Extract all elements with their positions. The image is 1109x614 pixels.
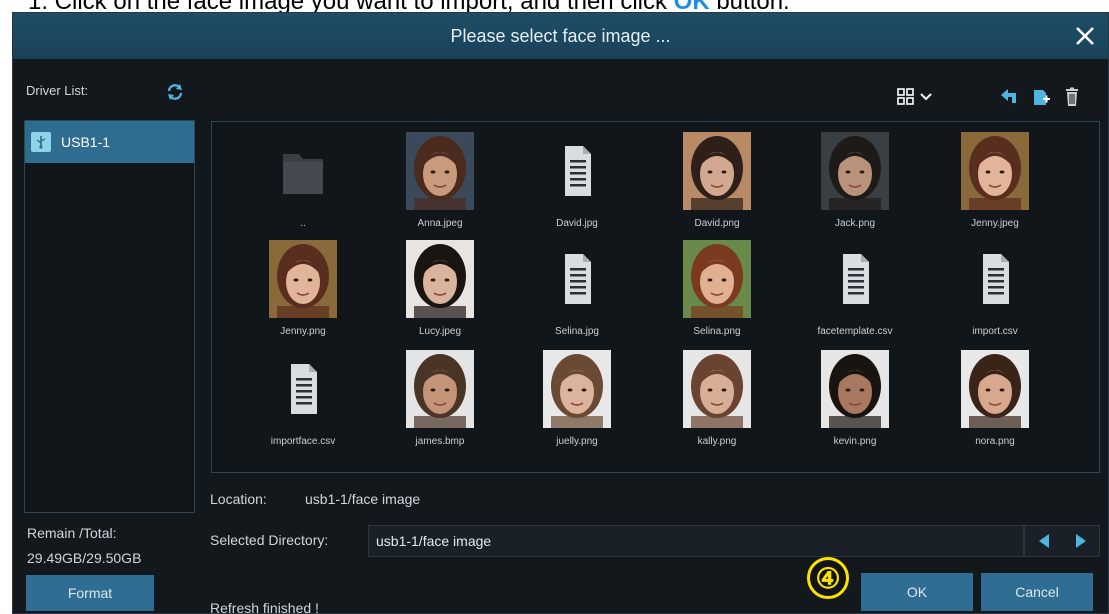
face-thumbnail: [821, 350, 889, 428]
file-item[interactable]: ..: [238, 132, 368, 242]
file-item[interactable]: Selina.jpg: [512, 240, 642, 350]
file-item[interactable]: facetemplate.csv: [790, 240, 920, 350]
refresh-icon: [167, 84, 183, 100]
file-name: Jenny.png: [280, 326, 326, 337]
grid-view-icon: [897, 88, 932, 105]
file-name: Jack.png: [834, 218, 876, 229]
face-thumbnail: [269, 240, 337, 318]
file-item[interactable]: importface.csv: [238, 350, 368, 460]
file-name: Lucy.jpeg: [418, 326, 462, 337]
location-value: usb1-1/face image: [305, 491, 421, 507]
file-name: Anna.jpeg: [417, 218, 463, 229]
folder-icon: [269, 132, 337, 210]
format-button[interactable]: Format: [26, 575, 154, 611]
ok-button[interactable]: OK: [861, 573, 973, 611]
driver-item-label: USB1-1: [61, 134, 111, 150]
cancel-button[interactable]: Cancel: [981, 573, 1093, 611]
document-icon: [543, 132, 611, 210]
selected-directory-label: Selected Directory:: [210, 532, 329, 548]
arrow-left-icon: [1038, 534, 1049, 548]
file-name: ..: [300, 218, 306, 229]
refresh-drivers-button[interactable]: [165, 82, 185, 102]
file-name: David.jpg: [556, 218, 598, 229]
face-thumbnail: [543, 350, 611, 428]
file-item[interactable]: David.png: [652, 132, 782, 242]
select-face-dialog: Please select face image ... Driver List…: [12, 12, 1109, 614]
file-name: Selina.jpg: [555, 326, 599, 337]
file-name: james.bmp: [415, 436, 465, 447]
file-item[interactable]: Jenny.jpeg: [930, 132, 1060, 242]
location-label: Location:: [210, 491, 267, 507]
step-number-badge: ④: [807, 557, 849, 599]
face-thumbnail: [406, 350, 474, 428]
file-item[interactable]: Jack.png: [790, 132, 920, 242]
file-item[interactable]: james.bmp: [375, 350, 505, 460]
status-message: Refresh finished !: [210, 600, 319, 614]
view-mode-button[interactable]: [895, 86, 935, 108]
face-thumbnail: [961, 132, 1029, 210]
close-icon: [1076, 27, 1094, 45]
file-name: kally.png: [697, 436, 737, 447]
driver-list-label: Driver List:: [26, 83, 89, 98]
prev-page-button[interactable]: [1032, 529, 1056, 553]
document-icon: [961, 240, 1029, 318]
usb-icon: [31, 132, 51, 152]
face-thumbnail: [961, 350, 1029, 428]
back-arrow-icon: [1001, 89, 1016, 103]
face-thumbnail: [683, 132, 751, 210]
file-name: David.png: [694, 218, 740, 229]
dialog-title: Please select face image ...: [450, 25, 671, 46]
close-button[interactable]: [1068, 19, 1102, 53]
file-item[interactable]: David.jpg: [512, 132, 642, 242]
file-item[interactable]: Anna.jpeg: [375, 132, 505, 242]
delete-button[interactable]: [1061, 86, 1083, 108]
file-item[interactable]: Jenny.png: [238, 240, 368, 350]
arrow-right-icon: [1075, 534, 1086, 548]
file-item[interactable]: kevin.png: [790, 350, 920, 460]
remain-total-label: Remain /Total:: [27, 525, 117, 541]
file-name: import.csv: [972, 326, 1018, 337]
file-name: Selina.png: [693, 326, 741, 337]
face-thumbnail: [683, 350, 751, 428]
file-grid: .. Anna.jpeg David.jpg David.png Jack.png Jen…: [211, 121, 1100, 473]
file-name: kevin.png: [833, 436, 877, 447]
file-item[interactable]: Lucy.jpeg: [375, 240, 505, 350]
file-name: Jenny.jpeg: [971, 218, 1019, 229]
file-item[interactable]: Selina.png: [652, 240, 782, 350]
file-item[interactable]: juelly.png: [512, 350, 642, 460]
file-name: juelly.png: [556, 436, 598, 447]
face-thumbnail: [821, 132, 889, 210]
dialog-titlebar: Please select face image ...: [13, 13, 1108, 59]
selected-directory-field[interactable]: usb1-1/face image: [368, 525, 1024, 557]
document-icon: [543, 240, 611, 318]
file-item[interactable]: nora.png: [930, 350, 1060, 460]
next-page-button[interactable]: [1069, 529, 1093, 553]
file-name: nora.png: [975, 436, 1015, 447]
driver-item-usb1-1[interactable]: USB1-1: [25, 121, 194, 163]
page-arrows: [1024, 525, 1100, 557]
file-item[interactable]: kally.png: [652, 350, 782, 460]
driver-list: USB1-1: [24, 120, 195, 513]
file-item[interactable]: import.csv: [930, 240, 1060, 350]
remain-total-value: 29.49GB/29.50GB: [27, 550, 142, 566]
face-thumbnail: [683, 240, 751, 318]
document-icon: [269, 350, 337, 428]
new-folder-button[interactable]: [1031, 86, 1053, 108]
new-folder-icon: [1034, 90, 1050, 105]
document-icon: [821, 240, 889, 318]
trash-icon: [1066, 87, 1078, 106]
back-button[interactable]: [998, 86, 1020, 108]
file-name: facetemplate.csv: [817, 326, 893, 337]
file-name: importface.csv: [270, 436, 336, 447]
face-thumbnail: [406, 132, 474, 210]
face-thumbnail: [406, 240, 474, 318]
